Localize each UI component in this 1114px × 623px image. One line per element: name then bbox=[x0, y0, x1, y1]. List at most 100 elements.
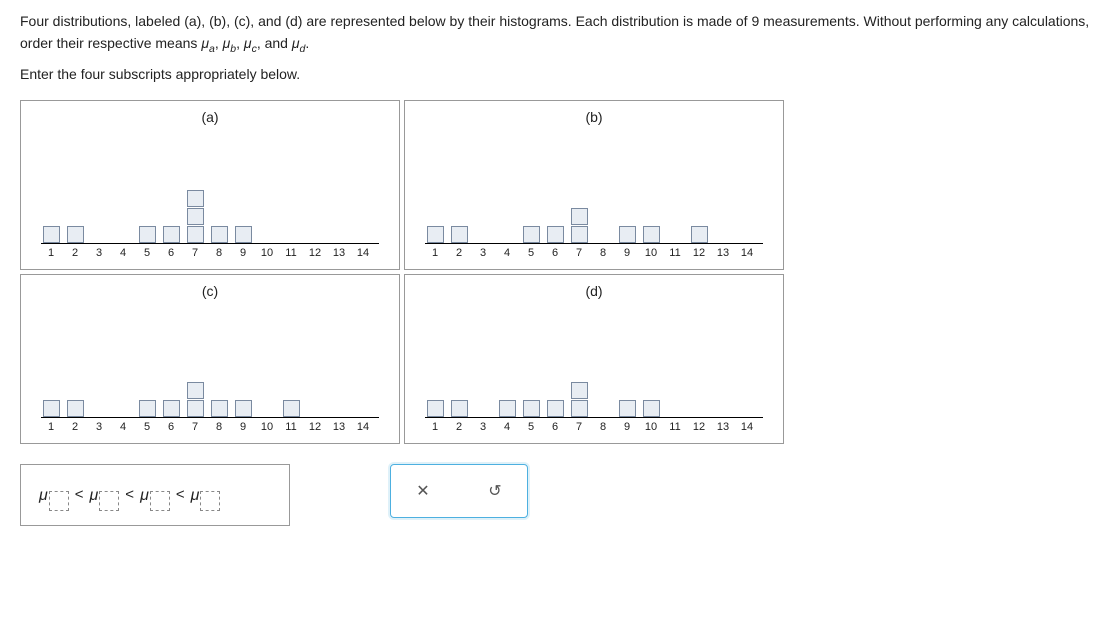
x-tick-label: 14 bbox=[737, 247, 757, 259]
bar-slot bbox=[617, 225, 637, 243]
lt: < bbox=[75, 486, 84, 503]
x-tick-label: 9 bbox=[233, 247, 253, 259]
subscript-input-4[interactable] bbox=[200, 491, 220, 511]
x-tick-label: 7 bbox=[569, 247, 589, 259]
x-tick-label: 10 bbox=[257, 421, 277, 433]
x-tick-label: 12 bbox=[689, 421, 709, 433]
bar-slot bbox=[425, 399, 445, 417]
x-tick-label: 12 bbox=[305, 247, 325, 259]
bar-slot bbox=[521, 399, 541, 417]
subscript-input-3[interactable] bbox=[150, 491, 170, 511]
x-tick-label: 9 bbox=[617, 421, 637, 433]
bar-slot bbox=[65, 225, 85, 243]
histogram-block bbox=[43, 226, 60, 243]
histogram-block bbox=[571, 226, 588, 243]
x-tick-label: 3 bbox=[89, 247, 109, 259]
chart-a: (a) 1234567891011121314 bbox=[20, 100, 400, 270]
x-tick-label: 2 bbox=[449, 247, 469, 259]
bar-slot bbox=[161, 225, 181, 243]
chart-b: (b) 1234567891011121314 bbox=[404, 100, 784, 270]
histogram-block bbox=[211, 400, 228, 417]
reset-button[interactable]: ↺ bbox=[479, 475, 511, 507]
x-tick-label: 11 bbox=[665, 421, 685, 433]
histogram-block bbox=[547, 400, 564, 417]
answer-box: μ < μ < μ < μ bbox=[20, 464, 290, 526]
x-tick-label: 2 bbox=[65, 247, 85, 259]
x-tick-label: 12 bbox=[689, 247, 709, 259]
bar-slot bbox=[233, 399, 253, 417]
bar-slot bbox=[161, 399, 181, 417]
chart-title: (a) bbox=[201, 109, 218, 125]
x-tick-label: 2 bbox=[65, 421, 85, 433]
bar-slot bbox=[689, 225, 709, 243]
histogram-block bbox=[235, 226, 252, 243]
x-tick-label: 13 bbox=[713, 247, 733, 259]
x-tick-label: 1 bbox=[41, 421, 61, 433]
text: Four distributions, labeled (a), (b), (c… bbox=[20, 13, 751, 29]
histogram-block bbox=[571, 208, 588, 225]
x-tick-label: 12 bbox=[305, 421, 325, 433]
bar-slot bbox=[617, 399, 637, 417]
x-tick-label: 13 bbox=[329, 421, 349, 433]
bar-slot bbox=[521, 225, 541, 243]
histogram-block bbox=[427, 226, 444, 243]
bar-slot bbox=[41, 225, 61, 243]
bar-slot bbox=[185, 189, 205, 243]
bar-slot bbox=[185, 381, 205, 417]
x-tick-label: 11 bbox=[281, 247, 301, 259]
subscript-input-2[interactable] bbox=[99, 491, 119, 511]
histogram-block bbox=[571, 400, 588, 417]
x-tick-label: 9 bbox=[233, 421, 253, 433]
x-tick-label: 14 bbox=[353, 247, 373, 259]
x-tick-label: 4 bbox=[113, 247, 133, 259]
mu-slot-3: μ bbox=[140, 485, 170, 505]
problem-statement: Four distributions, labeled (a), (b), (c… bbox=[20, 10, 1094, 58]
x-tick-label: 3 bbox=[473, 421, 493, 433]
reset-icon: ↺ bbox=[488, 481, 501, 501]
histogram-block bbox=[67, 226, 84, 243]
x-tick-label: 5 bbox=[521, 421, 541, 433]
histogram-block bbox=[235, 400, 252, 417]
chart-c: (c) 1234567891011121314 bbox=[20, 274, 400, 444]
close-button[interactable]: ✕ bbox=[407, 475, 439, 507]
histogram-block bbox=[187, 190, 204, 207]
x-tick-label: 5 bbox=[137, 247, 157, 259]
histogram-block bbox=[187, 400, 204, 417]
bar-slot bbox=[497, 399, 517, 417]
x-tick-label: 10 bbox=[257, 247, 277, 259]
subscript-input-1[interactable] bbox=[49, 491, 69, 511]
histogram-block bbox=[691, 226, 708, 243]
x-tick-label: 3 bbox=[473, 247, 493, 259]
mu-a: μa bbox=[201, 35, 215, 51]
x-tick-label: 13 bbox=[329, 247, 349, 259]
chart-title: (d) bbox=[585, 283, 602, 299]
x-tick-label: 7 bbox=[569, 421, 589, 433]
histogram-block bbox=[187, 226, 204, 243]
bar-slot bbox=[545, 399, 565, 417]
mu-slot-1: μ bbox=[39, 485, 69, 505]
histogram-block bbox=[643, 400, 660, 417]
chart-grid: (a) 1234567891011121314 (b) 123456789101… bbox=[20, 100, 1094, 444]
x-tick-label: 10 bbox=[641, 421, 661, 433]
x-tick-label: 11 bbox=[281, 421, 301, 433]
x-tick-label: 1 bbox=[41, 247, 61, 259]
x-tick-label: 5 bbox=[521, 247, 541, 259]
histogram-block bbox=[643, 226, 660, 243]
x-tick-label: 1 bbox=[425, 247, 445, 259]
mu-d: μd bbox=[292, 35, 306, 51]
bar-slot bbox=[209, 225, 229, 243]
x-tick-label: 13 bbox=[713, 421, 733, 433]
x-tick-label: 6 bbox=[545, 247, 565, 259]
x-tick-label: 4 bbox=[113, 421, 133, 433]
histogram-block bbox=[187, 382, 204, 399]
histogram-block bbox=[547, 226, 564, 243]
mu-c: μc bbox=[244, 35, 257, 51]
bar-slot bbox=[65, 399, 85, 417]
histogram-block bbox=[523, 400, 540, 417]
bar-slot bbox=[641, 399, 661, 417]
bar-slot bbox=[641, 225, 661, 243]
x-tick-label: 8 bbox=[209, 247, 229, 259]
x-tick-label: 1 bbox=[425, 421, 445, 433]
histogram-block bbox=[163, 400, 180, 417]
x-tick-label: 10 bbox=[641, 247, 661, 259]
